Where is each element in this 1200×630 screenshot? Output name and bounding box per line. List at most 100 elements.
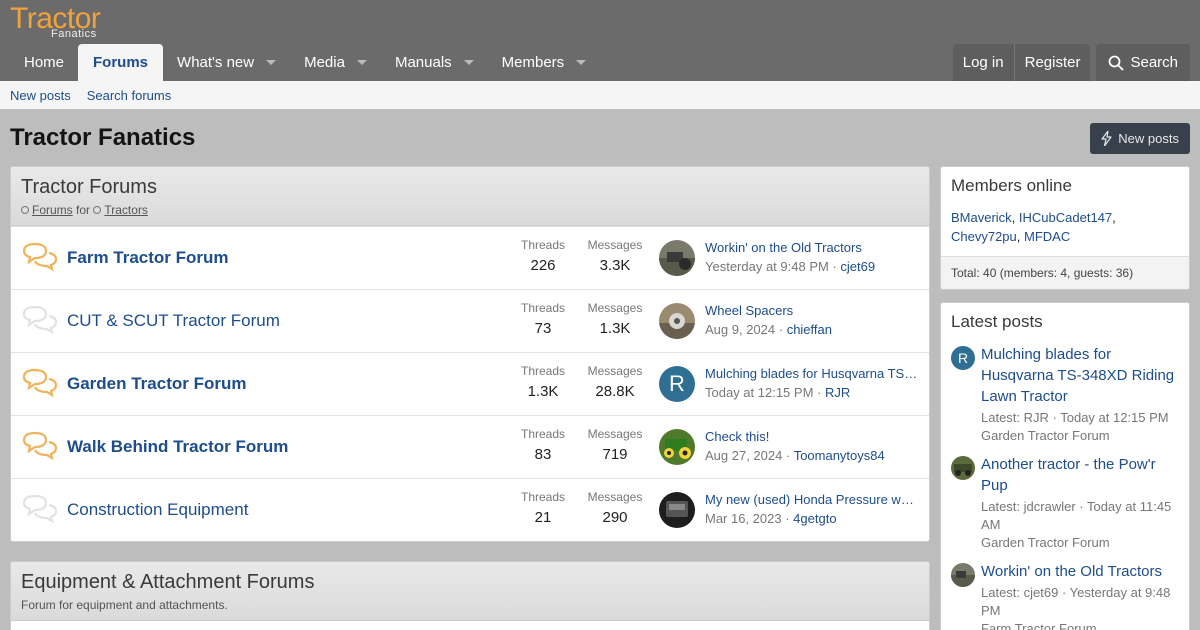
member-link[interactable]: BMaverick [951,210,1012,225]
nav-whats-new[interactable]: What's new [163,44,290,81]
messages-count: 290 [602,509,628,526]
nav-forums[interactable]: Forums [78,44,164,81]
threads-label: Threads [520,427,566,441]
threads-count: 73 [534,320,552,337]
threads-label: Threads [520,238,566,252]
search-icon [93,206,102,214]
last-post: Wheel Spacers Aug 9, 2024 · chieffan [705,303,921,337]
sub-nav: New posts Search forums [0,81,1200,109]
messages-count: 3.3K [599,257,631,274]
subnav-new-posts[interactable]: New posts [10,88,71,103]
site-header: Tractor Fanatics Home Forums What's new … [0,0,1200,81]
block-header: Tractor Forums Forums for Tractors [11,167,929,226]
last-post: Mulching blades for Husqvarna TS-348XD R… [705,366,921,400]
last-post-date[interactable]: Yesterday at 9:48 PM [705,259,829,274]
page-title: Tractor Fanatics [10,124,196,151]
avatar[interactable] [951,563,975,587]
forum-title[interactable]: Garden Tractor Forum [67,374,497,394]
threads-stat: Threads 83 [511,427,575,463]
forum-node: Construction Equipment Threads 21 Message… [11,478,929,541]
forum-chat-icon [11,494,67,527]
block-title[interactable]: Equipment & Attachment Forums [21,571,919,594]
latest-post-forum[interactable]: Garden Tractor Forum [981,534,1179,552]
chevron-down-icon[interactable] [266,60,277,65]
latest-post-item: Another tractor - the Pow'r Pup Latest: … [941,454,1189,552]
latest-post-title[interactable]: Mulching blades for Husqvarna TS-348XD R… [981,344,1179,407]
latest-post-body: Another tractor - the Pow'r Pup Latest: … [981,454,1179,552]
equipment-forums-block: Equipment & Attachment Forums Forum for … [10,561,930,630]
tractor-forums-block: Tractor Forums Forums for Tractors Farm … [10,166,930,542]
latest-posts-widget: Latest posts R Mulching blades for Husqv… [940,302,1190,630]
site-logo[interactable]: Tractor Fanatics [10,2,101,40]
forum-chat-icon [11,368,67,401]
avatar[interactable]: R [659,366,695,402]
last-post-title[interactable]: Mulching blades for Husqvarna TS-348XD R… [705,366,921,381]
last-post-user[interactable]: Toomanytoys84 [794,448,885,463]
last-post-user[interactable]: 4getgto [793,511,836,526]
last-post-title[interactable]: My new (used) Honda Pressure washer [705,492,921,507]
messages-count: 719 [602,446,628,463]
member-link[interactable]: MFDAC [1024,229,1070,244]
last-post-title[interactable]: Wheel Spacers [705,303,921,318]
nav-media[interactable]: Media [290,44,381,81]
messages-stat: Messages 28.8K [583,364,647,400]
avatar[interactable] [659,240,695,276]
chevron-down-icon[interactable] [576,60,587,65]
messages-stat: Messages 1.3K [583,301,647,337]
last-post-date[interactable]: Aug 9, 2024 [705,322,775,337]
desc-forums-link[interactable]: Forums [32,203,73,217]
forum-chat-icon [11,305,67,338]
avatar[interactable]: R [951,346,975,370]
last-post-date[interactable]: Aug 27, 2024 [705,448,782,463]
desc-tractors-link[interactable]: Tractors [104,203,148,217]
last-post-user[interactable]: chieffan [787,322,832,337]
messages-label: Messages [587,301,643,315]
search-button[interactable]: Search [1096,44,1190,81]
forum-node: CUT & SCUT Tractor Forum Threads 73 Messa… [11,289,929,352]
auth-group: Log in Register [952,44,1091,81]
threads-count: 83 [534,446,552,463]
nav-home[interactable]: Home [10,44,78,81]
chevron-down-icon[interactable] [463,60,474,65]
nav-members[interactable]: Members [488,44,601,81]
last-post-date[interactable]: Today at 12:15 PM [705,385,813,400]
widget-title[interactable]: Latest posts [941,303,1189,344]
latest-post-forum[interactable]: Garden Tractor Forum [981,427,1179,445]
last-post-user[interactable]: cjet69 [840,259,875,274]
forum-title[interactable]: CUT & SCUT Tractor Forum [67,311,497,331]
chevron-down-icon[interactable] [356,60,367,65]
forum-title[interactable]: Walk Behind Tractor Forum [67,437,497,457]
threads-stat: Threads 226 [511,238,575,274]
avatar[interactable] [951,456,975,480]
last-post-user[interactable]: RJR [825,385,850,400]
subnav-search-forums[interactable]: Search forums [87,88,172,103]
avatar[interactable] [659,303,695,339]
last-post-meta: Yesterday at 9:48 PM · cjet69 [705,259,876,274]
search-icon [1109,55,1125,71]
last-post-meta: Aug 27, 2024 · Toomanytoys84 [705,448,885,463]
logo-sub-text: Fanatics [51,28,97,40]
latest-post-title[interactable]: Workin' on the Old Tractors [981,561,1179,582]
new-posts-button[interactable]: New posts [1090,123,1190,154]
last-post-date[interactable]: Mar 16, 2023 [705,511,782,526]
avatar[interactable] [659,429,695,465]
last-post: My new (used) Honda Pressure washer Mar … [705,492,921,526]
forum-title[interactable]: Farm Tractor Forum [67,248,497,268]
search-icon [21,206,29,214]
nav-manuals[interactable]: Manuals [381,44,488,81]
latest-post-title[interactable]: Another tractor - the Pow'r Pup [981,454,1179,496]
member-link[interactable]: Chevy72pu [951,229,1017,244]
forum-title[interactable]: Construction Equipment [67,500,497,520]
member-link[interactable]: IHCubCadet147 [1019,210,1112,225]
avatar[interactable] [659,492,695,528]
last-post-title[interactable]: Check this! [705,429,921,444]
last-post-meta: Today at 12:15 PM · RJR [705,385,851,400]
login-button[interactable]: Log in [953,44,1014,81]
block-description: Forum for equipment and attachments. [21,598,228,612]
lightning-icon [1101,131,1112,146]
register-button[interactable]: Register [1013,44,1091,81]
block-title[interactable]: Tractor Forums [21,176,919,199]
last-post-title[interactable]: Workin' on the Old Tractors [705,240,921,255]
latest-post-forum[interactable]: Farm Tractor Forum [981,620,1179,630]
widget-title[interactable]: Members online [941,167,1189,205]
